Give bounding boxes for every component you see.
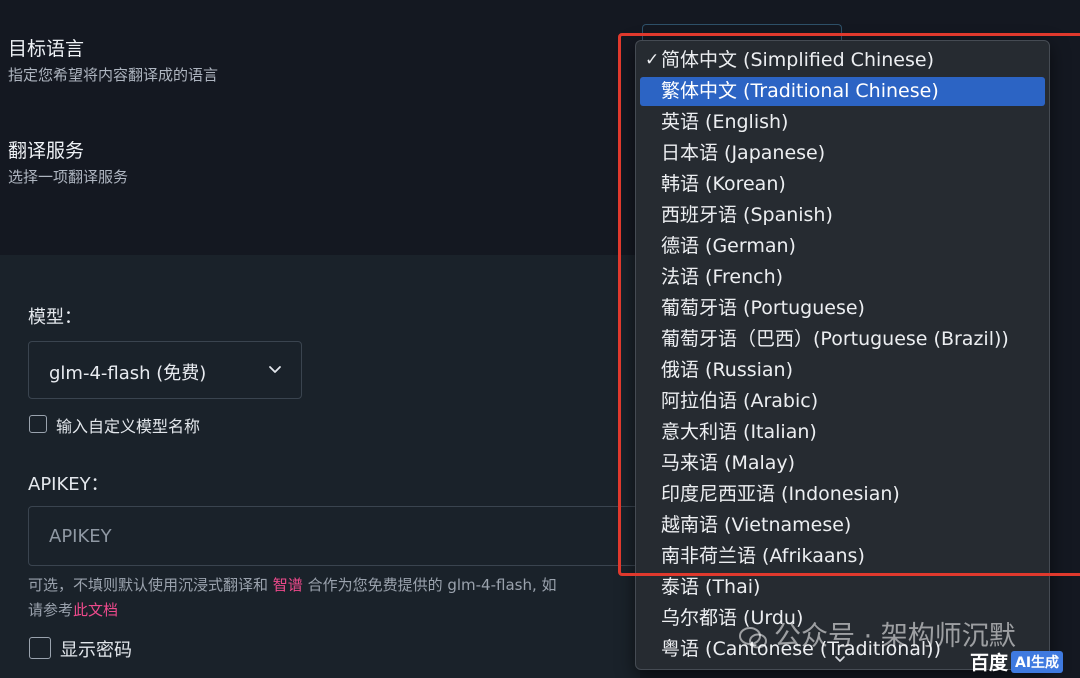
language-option[interactable]: 葡萄牙语（巴西）(Portuguese (Brazil)) — [640, 325, 1045, 354]
show-password-checkbox[interactable] — [29, 637, 51, 659]
apikey-hint: 可选，不填则默认使用沉浸式翻译和 智谱 合作为您免费提供的 glm-4-flas… — [28, 574, 557, 595]
language-option-label: 俄语 (Russian) — [661, 359, 794, 381]
language-option[interactable]: 南非荷兰语 (Afrikaans) — [640, 542, 1045, 571]
apikey-field-wrapper — [28, 506, 648, 566]
baidu-ai-brand: 百度 AI生成 — [970, 648, 1064, 675]
language-option-label: 马来语 (Malay) — [661, 452, 796, 474]
language-option[interactable]: 法语 (French) — [640, 263, 1045, 292]
target-language-desc: 指定您希望将内容翻译成的语言 — [8, 66, 219, 84]
chevron-down-icon — [269, 366, 281, 373]
language-option[interactable]: 泰语 (Thai) — [640, 573, 1045, 602]
model-label: 模型： — [28, 307, 82, 328]
language-option-label: 德语 (German) — [661, 235, 796, 257]
wechat-icon — [739, 626, 767, 648]
language-option-label: 意大利语 (Italian) — [661, 421, 817, 443]
language-option-label: 繁体中文 (Traditional Chinese) — [661, 80, 939, 102]
language-option-label: 葡萄牙语（巴西）(Portuguese (Brazil)) — [661, 328, 1009, 350]
language-option[interactable]: 越南语 (Vietnamese) — [640, 511, 1045, 540]
language-option-label: 南非荷兰语 (Afrikaans) — [661, 545, 865, 567]
apikey-hint-doc-prefix: 请参考 — [28, 601, 74, 619]
model-select[interactable]: glm-4-flash (免费) — [28, 341, 302, 399]
language-option[interactable]: 繁体中文 (Traditional Chinese) — [640, 77, 1045, 106]
language-option[interactable]: 意大利语 (Italian) — [640, 418, 1045, 447]
language-option-label: 韩语 (Korean) — [661, 173, 786, 195]
custom-model-label: 输入自定义模型名称 — [56, 417, 201, 436]
language-option[interactable]: 德语 (German) — [640, 232, 1045, 261]
language-option-label: 阿拉伯语 (Arabic) — [661, 390, 819, 412]
translation-service-desc: 选择一项翻译服务 — [8, 168, 129, 186]
language-option[interactable]: 韩语 (Korean) — [640, 170, 1045, 199]
custom-model-checkbox[interactable] — [29, 415, 47, 433]
language-option-label: 简体中文 (Simplified Chinese) — [661, 49, 934, 71]
language-option-label: 葡萄牙语 (Portuguese) — [661, 297, 865, 319]
language-option[interactable]: 马来语 (Malay) — [640, 449, 1045, 478]
doc-link[interactable]: 此文档 — [73, 601, 118, 619]
checkmark-icon: ✓ — [645, 50, 660, 70]
language-option[interactable]: 印度尼西亚语 (Indonesian) — [640, 480, 1045, 509]
apikey-label: APIKEY： — [28, 474, 109, 495]
translation-service-title: 翻译服务 — [8, 140, 85, 162]
show-password-label: 显示密码 — [60, 640, 132, 661]
language-option[interactable]: 俄语 (Russian) — [640, 356, 1045, 385]
apikey-input[interactable] — [29, 507, 647, 565]
language-option[interactable]: 英语 (English) — [640, 108, 1045, 137]
language-option[interactable]: 葡萄牙语 (Portuguese) — [640, 294, 1045, 323]
apikey-hint-line2: 请参考此文档 — [28, 599, 118, 620]
language-option-label: 泰语 (Thai) — [661, 576, 761, 598]
target-language-title: 目标语言 — [8, 38, 85, 60]
apikey-hint-text: 可选，不填则默认使用沉浸式翻译和 — [28, 576, 273, 594]
language-option-label: 日本语 (Japanese) — [661, 142, 826, 164]
language-option-label: 西班牙语 (Spanish) — [661, 204, 833, 226]
apikey-hint-text-2: 合作为您免费提供的 glm-4-flash, 如 — [302, 576, 557, 594]
language-option-label: 印度尼西亚语 (Indonesian) — [661, 483, 900, 505]
language-option-label: 法语 (French) — [661, 266, 784, 288]
language-option[interactable]: 日本语 (Japanese) — [640, 139, 1045, 168]
language-option-label: 越南语 (Vietnamese) — [661, 514, 852, 536]
language-dropdown-menu: ✓ 简体中文 (Simplified Chinese) 繁体中文 (Traditio… — [635, 40, 1050, 670]
language-option[interactable]: 阿拉伯语 (Arabic) — [640, 387, 1045, 416]
zhipu-link[interactable]: 智谱 — [273, 576, 303, 594]
scroll-down-chevron-icon[interactable] — [834, 654, 846, 664]
language-option[interactable]: ✓ 简体中文 (Simplified Chinese) — [640, 46, 1045, 75]
model-select-value: glm-4-flash (免费) — [49, 363, 207, 384]
brand-name: 百度 — [970, 652, 1009, 674]
language-option[interactable]: 西班牙语 (Spanish) — [640, 201, 1045, 230]
ai-badge: AI生成 — [1011, 651, 1064, 673]
language-option-label: 英语 (English) — [661, 111, 789, 133]
